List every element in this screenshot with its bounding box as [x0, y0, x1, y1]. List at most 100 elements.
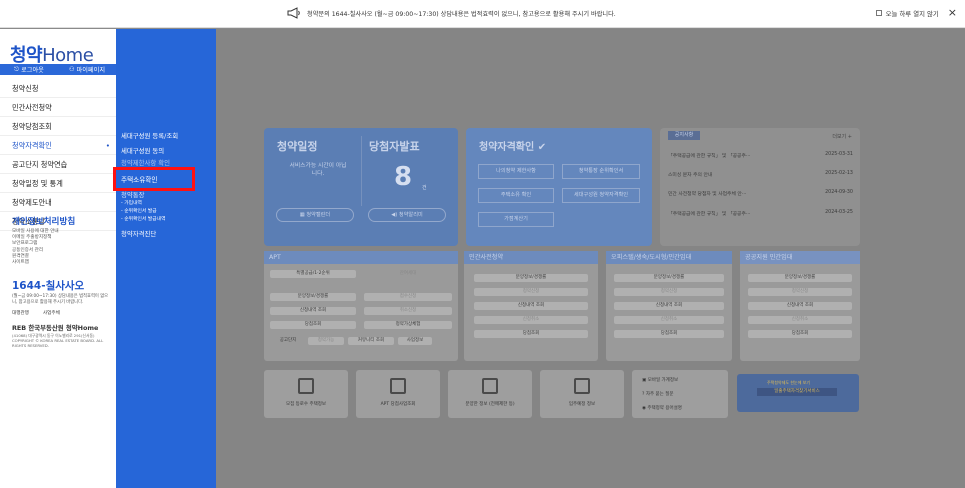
highlight-box: [113, 167, 195, 191]
tile-housing-info[interactable]: 모집 등로수 주택정보: [264, 370, 348, 418]
today-close[interactable]: 오늘 하루 열지 않기 ×: [875, 7, 957, 18]
bell-icon: ◀): [391, 212, 399, 218]
help-link[interactable]: ▣ 모바일 가계정보: [642, 377, 678, 383]
notice-row-date: 2024-09-30: [825, 190, 853, 195]
link-agency[interactable]: 대행관행: [12, 310, 29, 316]
divider: [361, 136, 362, 206]
link-business[interactable]: 사업주체: [43, 310, 60, 316]
schedule-card: 청약일정 당첨자발표 서비스가능 시간이 아닙니다. 8 건 ▦ 청약캘린더 ◀…: [264, 128, 458, 246]
submenu-item[interactable]: 세대구성원 등록/조회: [121, 131, 178, 140]
notice-row[interactable]: 「주택공급에 관한 규칙」 및 「공공주··· 2025-03-31: [668, 152, 853, 159]
apt-bottom-link[interactable]: 청약가능: [308, 337, 344, 345]
elig-button[interactable]: 청약통장 순위확인서: [562, 164, 640, 179]
apt-link[interactable]: 접수신청: [364, 293, 452, 301]
menu-item[interactable]: 민간사전청약: [0, 98, 116, 117]
mypage-label: 마이페이지: [76, 67, 106, 74]
menu-item[interactable]: 청약당첨조회: [0, 117, 116, 136]
notice-row[interactable]: 「주택공급에 관한 규칙」 및 「공공주··· 2024-03-25: [668, 210, 853, 217]
private-link[interactable]: 신청내역 조회: [474, 302, 588, 310]
help-link-label: 자주 묻는 질문: [645, 392, 674, 397]
call-desc: (월~금 09:00~17:30) 상담내용은 법적효력이 없으니, 참고용으로…: [12, 294, 109, 305]
apt-link[interactable]: 청약가상체험: [364, 321, 452, 329]
officetel-section: 오피스텔/생숙/도시형/민간임대 분양정보/경쟁률 청약신청 신청내역 조회 신…: [606, 251, 732, 361]
call-number: 1644-칠사사오: [12, 280, 85, 292]
elig-button[interactable]: 세대구성원 청약자격확인: [562, 188, 640, 203]
more-link[interactable]: 더보기 +: [832, 133, 852, 140]
officetel-link[interactable]: 분양정보/경쟁률: [614, 274, 724, 282]
apt-link[interactable]: 신청내역 조회: [270, 307, 356, 315]
main-menu: 청약신청 민간사전청약 청약당첨조회 청약자격확인 공고단지 청약연습 청약일정…: [0, 79, 116, 231]
apt-bottom-link[interactable]: 사업정보: [398, 337, 432, 345]
apt-tab[interactable]: 특별공급/1·2순위: [270, 270, 356, 278]
notice-row[interactable]: 스미싱 문자 주의 안내 2025-02-13: [668, 171, 853, 178]
close-icon[interactable]: ×: [948, 7, 957, 18]
public-rental-link[interactable]: 청약신청: [748, 288, 852, 296]
tile-label: 분양한 정보 (전매제한 등): [465, 402, 515, 407]
service-msg: 서비스가능 시간이 아닙니다.: [289, 163, 347, 177]
eligibility-title: 청약자격확인 ✔: [479, 138, 546, 153]
mypage-button[interactable]: ⚇ 마이페이지: [58, 64, 116, 75]
privacy-title[interactable]: 개인정보처리방침: [12, 215, 112, 227]
megaphone-icon: [287, 7, 300, 19]
tile-move-in[interactable]: 입주예정 정보: [540, 370, 624, 418]
apt-link[interactable]: 당첨조회: [270, 321, 356, 329]
promo-banner[interactable]: 주택청약제도 한눈에 보기 일출주택자격찾기서비스: [737, 374, 859, 412]
schedule-title: 청약일정: [277, 140, 318, 153]
elig-button[interactable]: 주택소유 확인: [478, 188, 554, 203]
apt-link[interactable]: 취소신청: [364, 307, 452, 315]
public-rental-link[interactable]: 신청내역 조회: [748, 302, 852, 310]
menu-item[interactable]: 청약일정 및 통계: [0, 174, 116, 193]
check-circle-icon: ✔: [537, 142, 547, 153]
menu-item[interactable]: 청약신청: [0, 79, 116, 98]
elig-button[interactable]: 가점계산기: [478, 212, 554, 227]
submenu-subitem[interactable]: - 순위확인서 발급내역: [121, 215, 166, 222]
submenu-subitem[interactable]: - 가입내역: [121, 199, 142, 206]
winner-title: 당첨자발표: [369, 140, 420, 153]
calendar-button[interactable]: ▦ 청약캘린더: [276, 208, 354, 222]
private-header: 민간사전청약: [464, 251, 598, 264]
menu-item-active[interactable]: 청약자격확인: [0, 136, 116, 155]
help-link-label: 모바일 가계정보: [647, 378, 679, 383]
notice-row-date: 2025-03-31: [825, 152, 853, 157]
notice-text: 청약문의 1644-칠사사오 (월~금 09:00~17:30) 상담내용은 법…: [307, 10, 616, 18]
help-link[interactable]: ◉ 주택청약 용어설명: [642, 405, 682, 411]
checkbox[interactable]: [875, 10, 882, 16]
help-link[interactable]: ? 자주 묻는 질문: [642, 391, 674, 397]
tile-label: 모집 등로수 주택정보: [285, 402, 327, 407]
menu-item[interactable]: 공고단지 청약연습: [0, 155, 116, 174]
today-close-label: 오늘 하루 열지 않기: [885, 9, 939, 18]
private-link[interactable]: 신청취소: [474, 316, 588, 324]
private-link[interactable]: 분양정보/경쟁률: [474, 274, 588, 282]
notice-row[interactable]: 민간 사전청약 당첨자 및 사업주체 안··· 2024-09-30: [668, 190, 853, 197]
public-rental-link[interactable]: 당첨조회: [748, 330, 852, 338]
apt-tab[interactable]: 잔여세대: [364, 270, 452, 278]
apt-bottom-link[interactable]: 커뮤니티 조회: [348, 337, 394, 345]
notice-row-title: 「주택공급에 관한 규칙」 및 「공공주···: [668, 154, 751, 159]
public-rental-link[interactable]: 신청취소: [748, 316, 852, 324]
submenu-item[interactable]: 청약제한사항 확인: [121, 158, 170, 167]
alert-button[interactable]: ◀) 청약알리미: [368, 208, 446, 222]
privacy-link[interactable]: 사이트맵: [12, 260, 112, 266]
officetel-link[interactable]: 신청취소: [614, 316, 724, 324]
tile-sale-info[interactable]: 분양한 정보 (전매제한 등): [448, 370, 532, 418]
officetel-link[interactable]: 청약신청: [614, 288, 724, 296]
officetel-link[interactable]: 신청내역 조회: [614, 302, 724, 310]
reb-logo: REB 한국부동산원 청약Home: [12, 324, 99, 332]
eligibility-title-text: 청약자격확인: [479, 142, 535, 153]
apartment-icon: [390, 378, 406, 394]
submenu-item[interactable]: 청약통장: [121, 190, 145, 199]
logout-button[interactable]: ⎋ 로그아웃: [0, 64, 58, 75]
submenu-subitem[interactable]: - 순위확인서 발급: [121, 207, 157, 214]
officetel-link[interactable]: 당첨조회: [614, 330, 724, 338]
apt-link[interactable]: 분양정보/경쟁률: [270, 293, 356, 301]
public-rental-section: 공공지원 민간임대 분양정보/경쟁률 청약신청 신청내역 조회 신청취소 당첨조…: [740, 251, 860, 361]
private-link[interactable]: 당첨조회: [474, 330, 588, 338]
public-rental-link[interactable]: 분양정보/경쟁률: [748, 274, 852, 282]
private-section: 민간사전청약 분양정보/경쟁률 청약신청 신청내역 조회 신청취소 당첨조회: [464, 251, 598, 361]
submenu-item[interactable]: 세대구성원 동의: [121, 146, 164, 155]
elig-button[interactable]: 나의청약 제한사항: [478, 164, 554, 179]
tile-apt-winner[interactable]: APT 당첨사업조회: [356, 370, 440, 418]
menu-item[interactable]: 청약제도안내: [0, 193, 116, 212]
submenu-item[interactable]: 청약자격진단: [121, 229, 156, 238]
private-link[interactable]: 청약신청: [474, 288, 588, 296]
